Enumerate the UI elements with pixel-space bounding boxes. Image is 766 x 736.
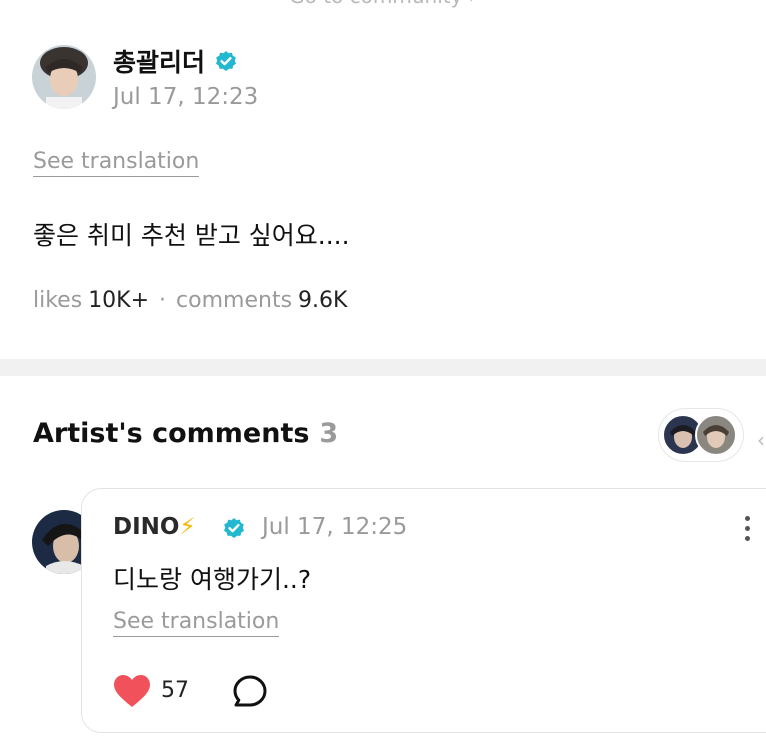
artist-avatar-stack[interactable] <box>658 408 744 462</box>
section-divider <box>0 359 766 376</box>
artist-comments-heading: Artist's comments 3 <box>33 418 338 449</box>
comment-timestamp: Jul 17, 12:25 <box>262 514 408 540</box>
post-timestamp: Jul 17, 12:23 <box>113 84 259 110</box>
heart-icon[interactable] <box>113 674 151 708</box>
likes-label: likes <box>33 288 83 313</box>
lightning-emoji: ⚡ <box>179 514 196 540</box>
verified-badge-icon <box>216 51 236 71</box>
more-vertical-icon[interactable] <box>736 512 758 546</box>
comment-author-name[interactable]: DINO⚡ <box>113 514 196 540</box>
reply-bubble-icon[interactable] <box>232 674 268 710</box>
post-author-name[interactable]: 총괄리더 <box>113 43 205 79</box>
comment-body-text: 디노랑 여행가기..? <box>113 565 312 594</box>
comments-label: comments <box>176 288 293 313</box>
stats-separator: · <box>159 288 167 313</box>
comment-like-count: 57 <box>161 678 189 703</box>
comment-author-text: DINO <box>113 514 180 540</box>
verified-badge-icon <box>224 518 244 538</box>
likes-count: 10K+ <box>88 288 150 313</box>
post-see-translation-link[interactable]: See translation <box>33 149 200 177</box>
chevron-right-icon[interactable]: ‹ <box>757 428 765 452</box>
post-stats: likes 10K+ · comments 9.6K <box>33 288 347 313</box>
artist-comments-count: 3 <box>319 418 339 449</box>
artist-comments-title: Artist's comments <box>33 418 310 449</box>
artist-avatar-2 <box>695 414 737 456</box>
go-to-community-link[interactable]: Go to community › <box>0 0 766 8</box>
post-body-text: 좋은 취미 추천 받고 싶어요.... <box>33 221 350 250</box>
comments-count: 9.6K <box>298 288 348 313</box>
comment-see-translation-link[interactable]: See translation <box>113 609 280 637</box>
post-author-avatar[interactable] <box>32 45 96 109</box>
